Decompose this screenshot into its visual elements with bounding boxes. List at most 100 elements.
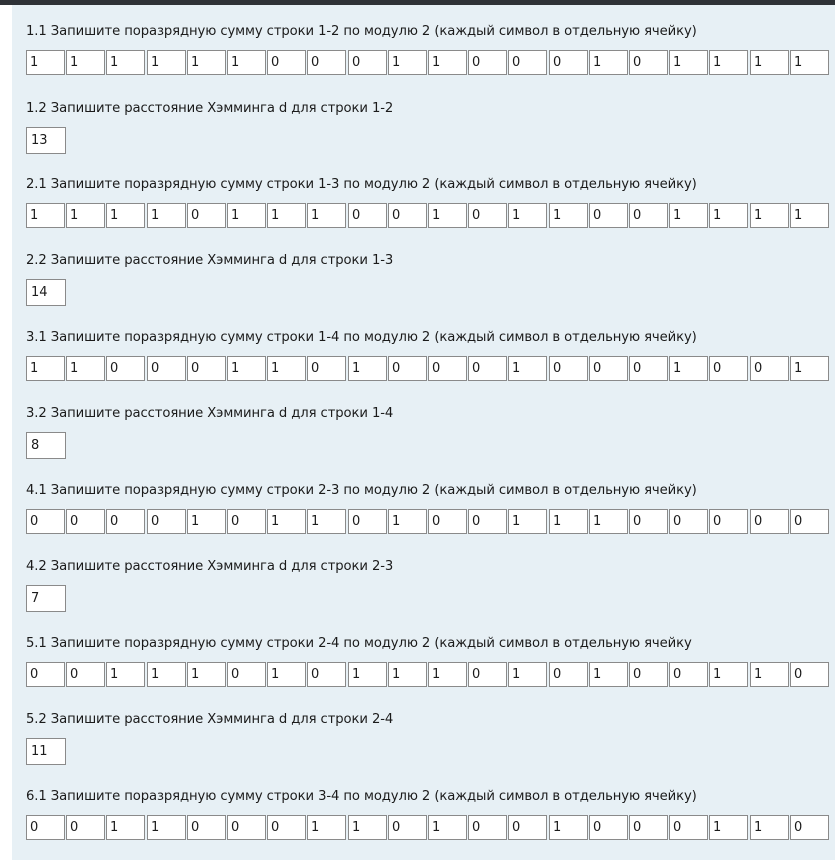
- bit-cell-input[interactable]: [468, 662, 507, 687]
- bit-cell-input[interactable]: [549, 203, 588, 228]
- bit-cell-input[interactable]: [750, 50, 789, 75]
- bit-cell-input[interactable]: [709, 509, 748, 534]
- bit-cell-input[interactable]: [669, 203, 708, 228]
- bit-cell-input[interactable]: [549, 815, 588, 840]
- bit-cell-input[interactable]: [106, 509, 145, 534]
- bit-cell-input[interactable]: [307, 662, 346, 687]
- bit-cell-input[interactable]: [589, 50, 628, 75]
- bit-cell-input[interactable]: [227, 203, 266, 228]
- bit-cell-input[interactable]: [106, 50, 145, 75]
- bit-cell-input[interactable]: [428, 662, 467, 687]
- bit-cell-input[interactable]: [227, 509, 266, 534]
- bit-cell-input[interactable]: [428, 815, 467, 840]
- bit-cell-input[interactable]: [348, 50, 387, 75]
- bit-cell-input[interactable]: [147, 356, 186, 381]
- bit-cell-input[interactable]: [790, 356, 829, 381]
- hamming-distance-input[interactable]: [26, 738, 66, 765]
- bit-cell-input[interactable]: [508, 662, 547, 687]
- bit-cell-input[interactable]: [750, 662, 789, 687]
- bit-cell-input[interactable]: [790, 50, 829, 75]
- hamming-distance-input[interactable]: [26, 279, 66, 306]
- bit-cell-input[interactable]: [428, 509, 467, 534]
- bit-cell-input[interactable]: [669, 509, 708, 534]
- bit-cell-input[interactable]: [669, 662, 708, 687]
- bit-cell-input[interactable]: [267, 662, 306, 687]
- bit-cell-input[interactable]: [26, 50, 65, 75]
- bit-cell-input[interactable]: [669, 50, 708, 75]
- bit-cell-input[interactable]: [348, 509, 387, 534]
- bit-cell-input[interactable]: [508, 815, 547, 840]
- bit-cell-input[interactable]: [508, 509, 547, 534]
- bit-cell-input[interactable]: [227, 356, 266, 381]
- hamming-distance-input[interactable]: [26, 585, 66, 612]
- bit-cell-input[interactable]: [66, 203, 105, 228]
- bit-cell-input[interactable]: [26, 815, 65, 840]
- bit-cell-input[interactable]: [750, 509, 789, 534]
- bit-cell-input[interactable]: [26, 509, 65, 534]
- bit-cell-input[interactable]: [589, 662, 628, 687]
- bit-cell-input[interactable]: [187, 662, 226, 687]
- bit-cell-input[interactable]: [629, 815, 668, 840]
- bit-cell-input[interactable]: [508, 203, 547, 228]
- bit-cell-input[interactable]: [267, 356, 306, 381]
- bit-cell-input[interactable]: [307, 356, 346, 381]
- bit-cell-input[interactable]: [227, 50, 266, 75]
- bit-cell-input[interactable]: [147, 662, 186, 687]
- bit-cell-input[interactable]: [66, 509, 105, 534]
- bit-cell-input[interactable]: [549, 356, 588, 381]
- bit-cell-input[interactable]: [187, 203, 226, 228]
- bit-cell-input[interactable]: [106, 662, 145, 687]
- bit-cell-input[interactable]: [549, 509, 588, 534]
- bit-cell-input[interactable]: [549, 662, 588, 687]
- bit-cell-input[interactable]: [428, 356, 467, 381]
- bit-cell-input[interactable]: [589, 203, 628, 228]
- bit-cell-input[interactable]: [790, 203, 829, 228]
- bit-cell-input[interactable]: [790, 509, 829, 534]
- bit-cell-input[interactable]: [468, 203, 507, 228]
- bit-cell-input[interactable]: [227, 662, 266, 687]
- bit-cell-input[interactable]: [267, 509, 306, 534]
- bit-cell-input[interactable]: [790, 662, 829, 687]
- bit-cell-input[interactable]: [750, 356, 789, 381]
- bit-cell-input[interactable]: [267, 203, 306, 228]
- bit-cell-input[interactable]: [428, 50, 467, 75]
- bit-cell-input[interactable]: [388, 662, 427, 687]
- bit-cell-input[interactable]: [307, 815, 346, 840]
- bit-cell-input[interactable]: [388, 203, 427, 228]
- bit-cell-input[interactable]: [307, 509, 346, 534]
- hamming-distance-input[interactable]: [26, 432, 66, 459]
- bit-cell-input[interactable]: [66, 662, 105, 687]
- bit-cell-input[interactable]: [629, 203, 668, 228]
- bit-cell-input[interactable]: [66, 815, 105, 840]
- bit-cell-input[interactable]: [147, 509, 186, 534]
- bit-cell-input[interactable]: [26, 203, 65, 228]
- bit-cell-input[interactable]: [468, 815, 507, 840]
- bit-cell-input[interactable]: [187, 509, 226, 534]
- bit-cell-input[interactable]: [790, 815, 829, 840]
- bit-cell-input[interactable]: [589, 356, 628, 381]
- bit-cell-input[interactable]: [388, 509, 427, 534]
- bit-cell-input[interactable]: [589, 815, 628, 840]
- bit-cell-input[interactable]: [26, 662, 65, 687]
- bit-cell-input[interactable]: [629, 509, 668, 534]
- bit-cell-input[interactable]: [187, 815, 226, 840]
- bit-cell-input[interactable]: [388, 815, 427, 840]
- bit-cell-input[interactable]: [348, 815, 387, 840]
- bit-cell-input[interactable]: [348, 203, 387, 228]
- bit-cell-input[interactable]: [147, 203, 186, 228]
- bit-cell-input[interactable]: [26, 356, 65, 381]
- bit-cell-input[interactable]: [750, 815, 789, 840]
- bit-cell-input[interactable]: [709, 203, 748, 228]
- hamming-distance-input[interactable]: [26, 127, 66, 154]
- bit-cell-input[interactable]: [589, 509, 628, 534]
- bit-cell-input[interactable]: [66, 356, 105, 381]
- bit-cell-input[interactable]: [147, 50, 186, 75]
- bit-cell-input[interactable]: [709, 662, 748, 687]
- bit-cell-input[interactable]: [106, 815, 145, 840]
- bit-cell-input[interactable]: [187, 356, 226, 381]
- bit-cell-input[interactable]: [307, 203, 346, 228]
- bit-cell-input[interactable]: [348, 356, 387, 381]
- bit-cell-input[interactable]: [468, 509, 507, 534]
- bit-cell-input[interactable]: [106, 356, 145, 381]
- bit-cell-input[interactable]: [147, 815, 186, 840]
